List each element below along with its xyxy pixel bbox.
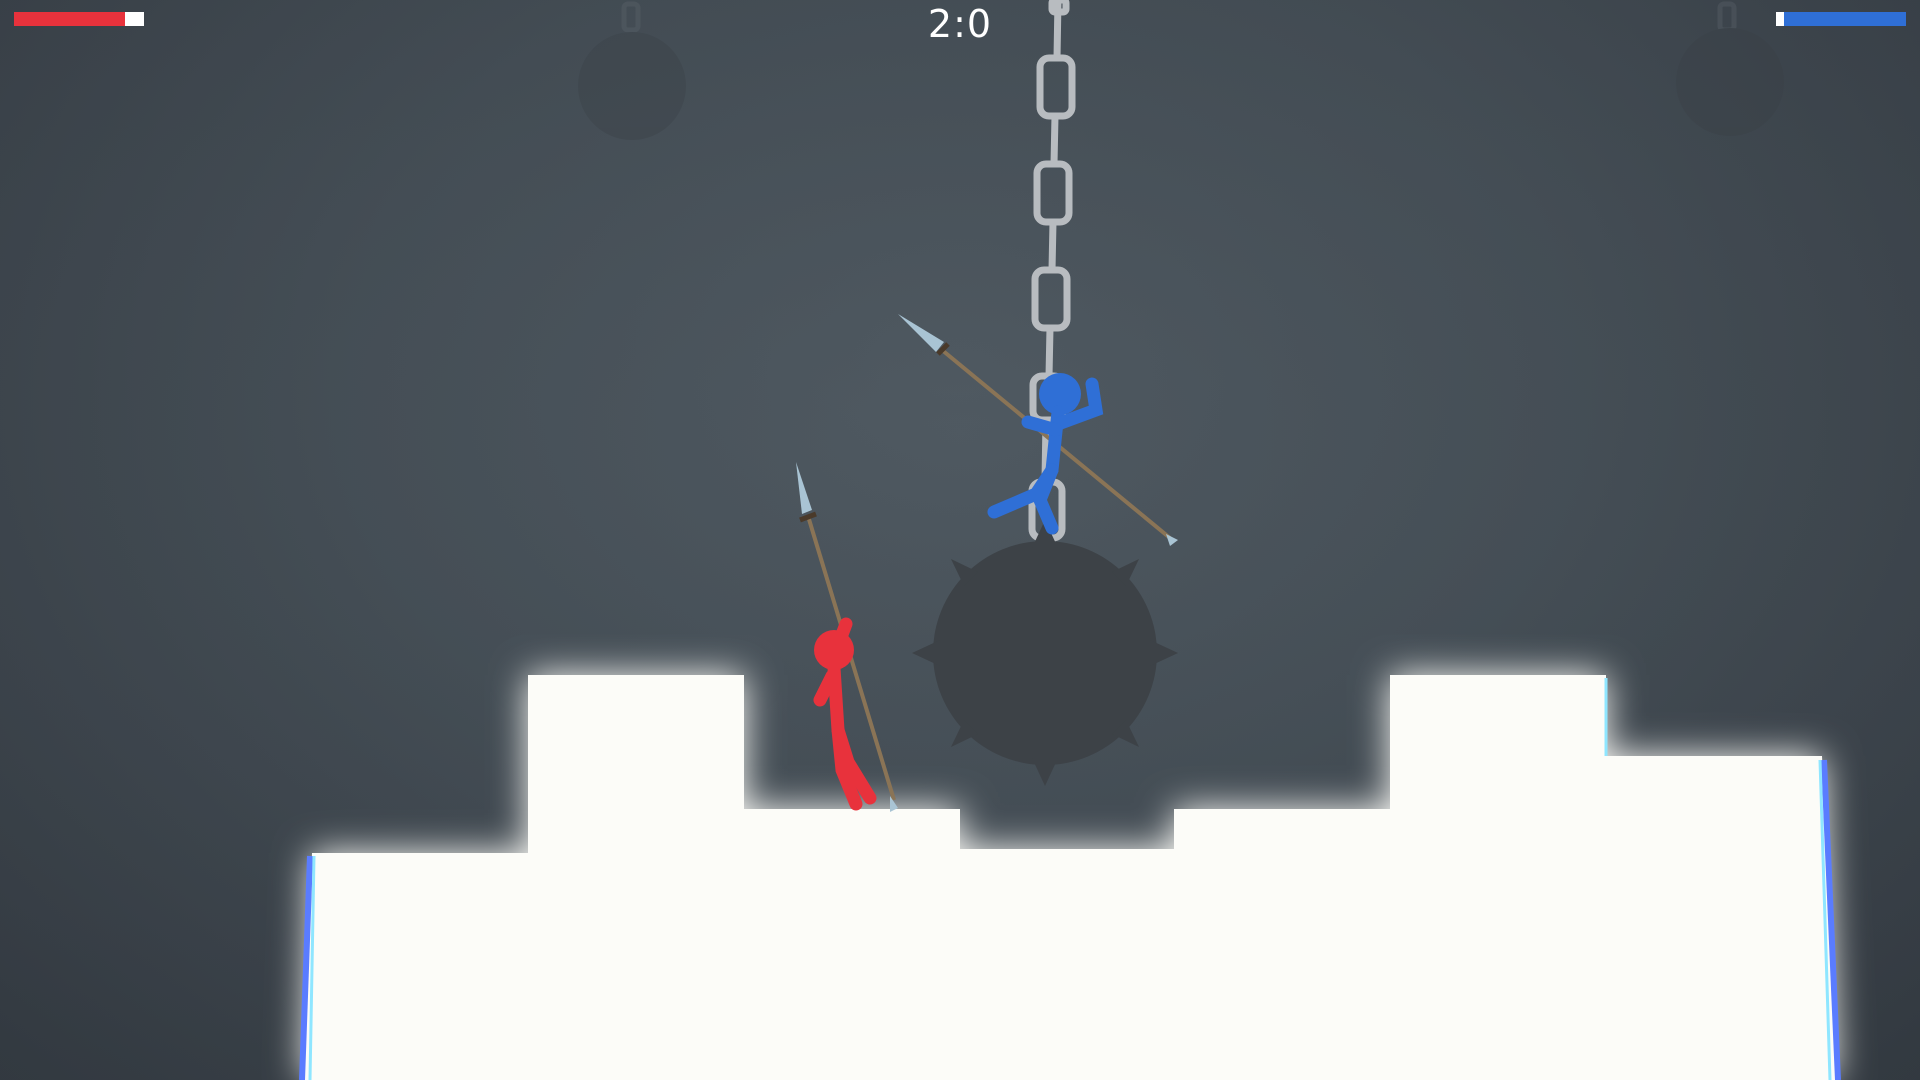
match-score: 2:0	[927, 2, 993, 46]
game-scene	[0, 0, 1920, 1080]
wrecking-ball-icon	[912, 520, 1178, 786]
